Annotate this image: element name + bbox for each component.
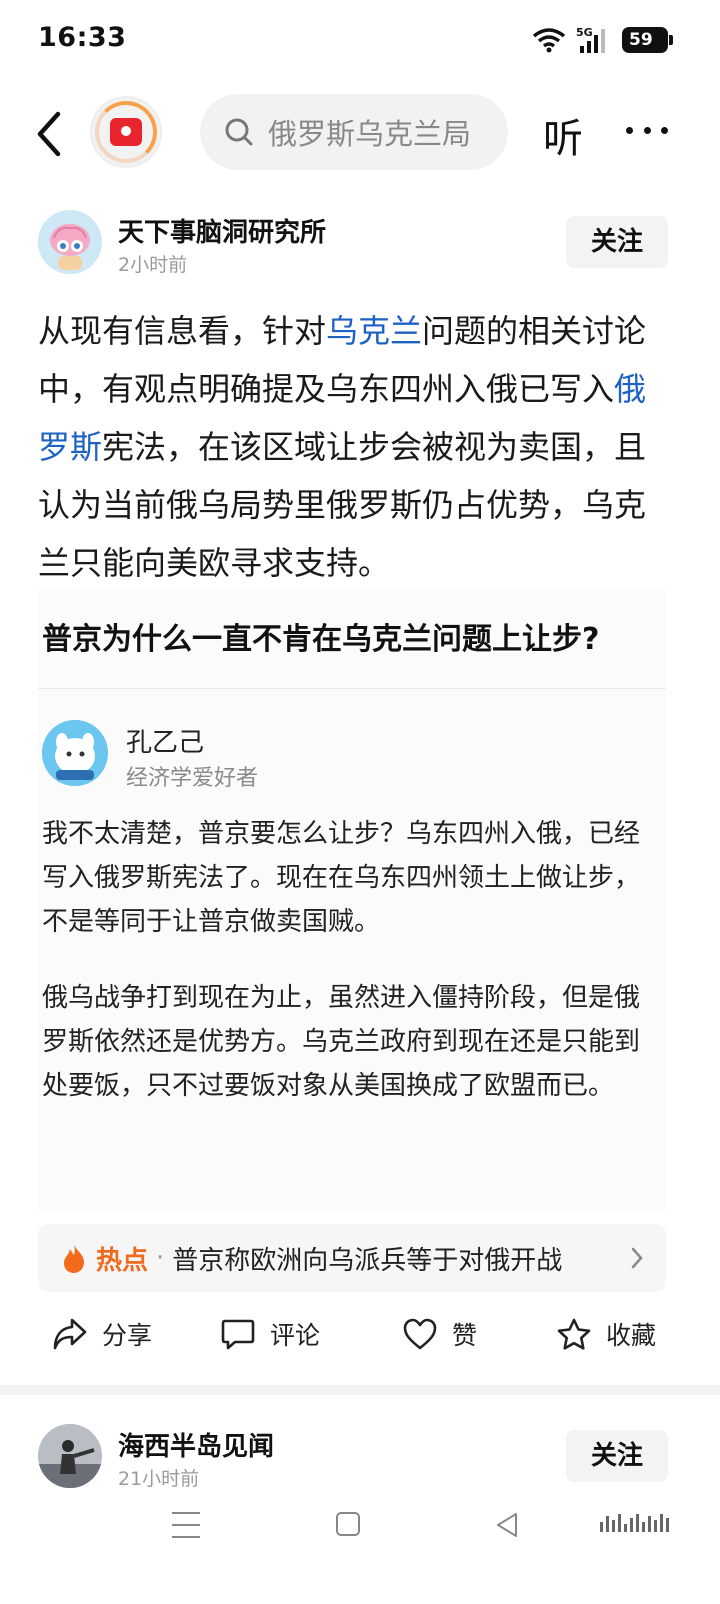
like-label: 赞	[452, 1321, 478, 1350]
search-icon	[224, 117, 254, 147]
hot-topic-text[interactable]: 普京称欧洲向乌派兵等于对俄开战	[172, 1240, 562, 1277]
app-logo[interactable]	[90, 96, 162, 168]
chevron-right-icon	[630, 1246, 644, 1270]
heart-icon	[402, 1317, 438, 1351]
network-type-label: 5G	[576, 26, 593, 39]
post-text-segment: 从现有信息看，针对	[38, 312, 327, 350]
answer-author-avatar[interactable]	[42, 720, 108, 786]
post-body: 从现有信息看，针对乌克兰问题的相关讨论中，有观点明确提及乌东四州入俄已写入俄罗斯…	[38, 302, 648, 592]
next-follow-button[interactable]: 关注	[566, 1430, 668, 1482]
more-options-icon[interactable]	[626, 120, 668, 140]
answer-author-name[interactable]: 孔乙己	[126, 722, 204, 759]
question-title[interactable]: 普京为什么一直不肯在乌克兰问题上让步?	[42, 614, 599, 658]
share-icon	[52, 1317, 88, 1351]
recent-apps-icon[interactable]	[172, 1512, 200, 1538]
like-button[interactable]: 赞	[402, 1316, 477, 1352]
hot-separator: ·	[156, 1243, 165, 1273]
status-icons: 5G 59	[532, 26, 673, 54]
logo-box	[110, 118, 142, 146]
top-nav: 俄罗斯乌克兰局 听	[0, 90, 720, 180]
signal-5g-icon: 5G	[576, 26, 612, 54]
search-input[interactable]: 俄罗斯乌克兰局	[268, 111, 471, 153]
battery-level: 59	[629, 30, 653, 50]
watermark-logo	[600, 1514, 669, 1532]
answer-author-tag: 经济学爱好者	[126, 766, 259, 791]
comment-button[interactable]: 评论	[220, 1316, 320, 1352]
post-time: 2小时前	[118, 254, 188, 276]
answer-paragraph: 我不太清楚，普京要怎么让步？乌东四州入俄，已经写入俄罗斯宪法了。现在在乌东四州领…	[42, 819, 641, 937]
hot-label: 热点	[96, 1245, 149, 1276]
search-box[interactable]: 俄罗斯乌克兰局	[200, 94, 508, 170]
section-separator	[0, 1385, 720, 1395]
hot-topic-bar[interactable]: 热点 · 普京称欧洲向乌派兵等于对俄开战	[38, 1224, 666, 1292]
post-text-segment: 宪法，在该区域让步会被视为卖国，且认为当前俄乌局势里俄罗斯仍占优势，乌克兰只能向…	[38, 428, 647, 582]
next-post-author-row: 海西半岛见闻 21小时前 关注	[38, 1424, 668, 1494]
next-author-avatar[interactable]	[38, 1424, 102, 1488]
system-nav-bar	[0, 1500, 720, 1604]
fire-icon	[60, 1242, 88, 1274]
status-time: 16:33	[38, 22, 127, 53]
star-icon	[556, 1317, 592, 1351]
home-icon[interactable]	[336, 1512, 360, 1536]
answer-paragraph: 俄乌战争打到现在为止，虽然进入僵持阶段，但是俄罗斯依然还是优势方。乌克兰政府到现…	[42, 983, 641, 1101]
system-back-icon[interactable]	[494, 1511, 520, 1539]
favorite-button[interactable]: 收藏	[556, 1316, 656, 1352]
link-ukraine[interactable]: 乌克兰	[326, 312, 422, 350]
battery-icon: 59	[622, 27, 673, 53]
comment-label: 评论	[270, 1321, 321, 1350]
next-author-name[interactable]: 海西半岛见闻	[118, 1426, 274, 1463]
back-arrow-icon[interactable]	[28, 108, 72, 160]
listen-button[interactable]: 听	[543, 106, 583, 164]
status-bar: 16:33 5G 59	[0, 0, 720, 80]
quoted-answer-card[interactable]: 普京为什么一直不肯在乌克兰问题上让步? 孔乙己 经济学爱好者 我不太清楚，普京要…	[38, 590, 666, 1210]
author-name[interactable]: 天下事脑洞研究所	[118, 212, 326, 249]
post-author-row: 天下事脑洞研究所 2小时前 关注	[38, 210, 668, 280]
comment-icon	[220, 1317, 256, 1351]
author-avatar[interactable]	[38, 210, 102, 274]
wifi-icon	[532, 27, 566, 53]
follow-button[interactable]: 关注	[566, 216, 668, 268]
next-post-time: 21小时前	[118, 1468, 200, 1490]
favorite-label: 收藏	[606, 1321, 657, 1350]
divider	[38, 688, 666, 689]
share-button[interactable]: 分享	[52, 1316, 152, 1352]
action-bar: 分享 评论 赞 收藏	[0, 1302, 720, 1372]
share-label: 分享	[102, 1321, 153, 1350]
